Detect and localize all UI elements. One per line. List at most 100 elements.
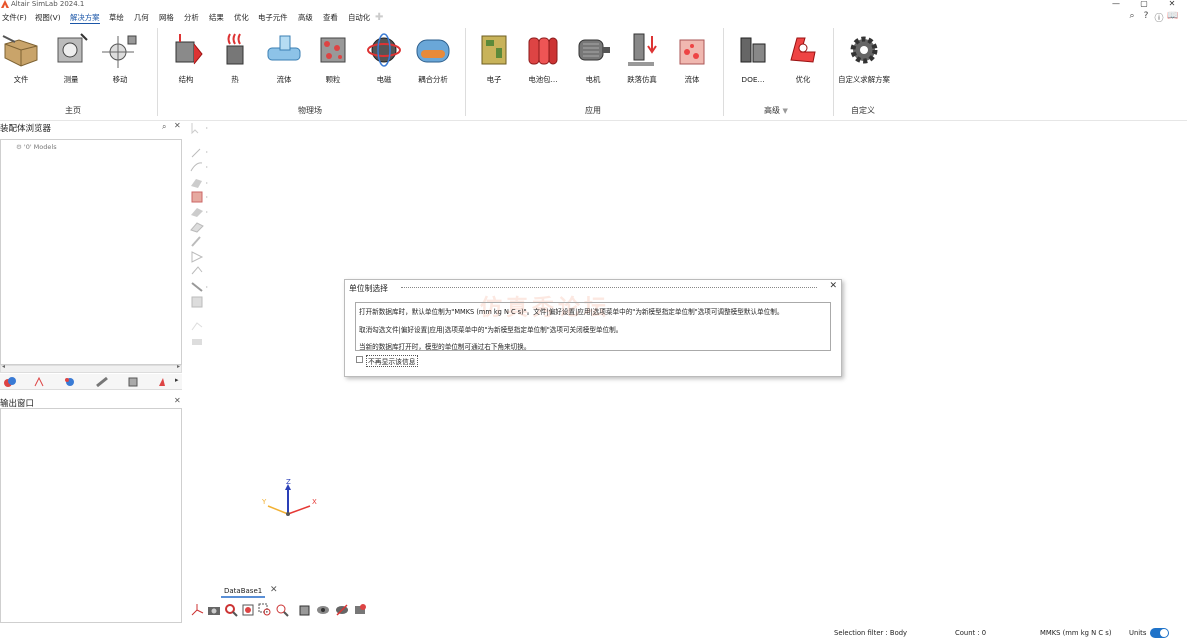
ribbon-battery-button[interactable]: 电池包...	[519, 30, 567, 84]
close-icon[interactable]: ✕	[174, 396, 181, 405]
optimization-icon	[790, 37, 816, 63]
menu-analysis[interactable]: 分析	[184, 13, 199, 23]
ribbon-electronics-button[interactable]: 电子	[470, 30, 518, 84]
ribbon-drop-test-button[interactable]: 跌落仿真	[618, 30, 666, 84]
move-icon	[102, 35, 137, 68]
edge-tool-icon[interactable]	[188, 145, 210, 159]
dialog-drag-handle[interactable]	[401, 287, 817, 288]
menu-advanced[interactable]: 高级	[298, 13, 313, 23]
zoom-in-icon[interactable]	[224, 603, 238, 617]
ribbon-particles-button[interactable]: 颗粒	[309, 30, 357, 84]
ribbon-fluid-button[interactable]: 流体	[260, 30, 308, 84]
ribbon-app-fluid-button[interactable]: 流体	[668, 30, 716, 84]
info-icon[interactable]: ⓘ	[1153, 11, 1165, 24]
dont-show-again-label[interactable]: 不再显示该信息	[366, 355, 418, 367]
ribbon-measure-button[interactable]: 测量	[47, 30, 95, 84]
render-mode-icon[interactable]	[353, 603, 367, 617]
search-icon[interactable]: ⌕	[162, 122, 166, 132]
tree-item-models[interactable]: ⚙ '0' Models	[16, 143, 57, 151]
menu-sketch[interactable]: 草绘	[109, 13, 124, 23]
ribbon-coupled-button[interactable]: 耦合分析	[409, 30, 457, 84]
body-tool-icon[interactable]	[188, 190, 210, 204]
window-title: Altair SimLab 2024.1	[11, 0, 85, 8]
material-tab-icon[interactable]	[156, 376, 170, 388]
menu-optimize[interactable]: 优化	[234, 13, 249, 23]
assembly-tab-icon[interactable]	[3, 376, 17, 388]
menu-automation[interactable]: 自动化	[348, 13, 370, 23]
add-menu-icon[interactable]: ✚	[375, 12, 383, 23]
group-label-advanced[interactable]: 高级 ▼	[764, 105, 788, 116]
tab-database1[interactable]: DataBase1	[221, 586, 266, 598]
units-toggle[interactable]	[1150, 628, 1169, 638]
menu-electronics[interactable]: 电子元件	[258, 13, 288, 23]
geometry-tab-icon[interactable]	[126, 376, 140, 388]
menu-file[interactable]: 文件(F)	[2, 13, 27, 23]
search-icon[interactable]: ⌕	[1126, 11, 1138, 21]
close-icon[interactable]: ✕	[270, 585, 278, 595]
face-tool-icon[interactable]	[188, 176, 210, 190]
curve-tool-icon[interactable]	[188, 160, 210, 174]
tabs-more-icon[interactable]: ▸	[175, 376, 179, 384]
results-tab-icon[interactable]	[63, 376, 77, 388]
title-bar: Altair SimLab 2024.1 — ▢ ✕	[0, 0, 1187, 10]
menu-mesh[interactable]: 网格	[159, 13, 174, 23]
assembly-browser: ⚙ '0' Models	[0, 139, 182, 365]
menu-view2[interactable]: 查看	[323, 13, 338, 23]
close-icon[interactable]: ✕	[174, 121, 181, 130]
ribbon-thermal-button[interactable]: 热	[211, 30, 259, 84]
close-icon[interactable]: ✕	[829, 281, 837, 291]
close-icon[interactable]: ✕	[1164, 0, 1180, 8]
dialog-line: 取消勾选文件|偏好设置|应用|选项菜单中的"为新模型指定单位制"选项可关闭模型单…	[359, 326, 623, 334]
scroll-left-icon[interactable]: ◂	[2, 363, 5, 370]
unit-system-status[interactable]: MMKS (mm kg N C s)	[1040, 629, 1111, 637]
book-icon[interactable]: 📖	[1167, 11, 1179, 21]
mesh-tab-icon[interactable]	[95, 376, 109, 388]
line-tool-icon[interactable]	[188, 234, 210, 248]
ribbon-custom-solution-button[interactable]: 自定义求解方案	[838, 30, 890, 84]
rotate-tool-icon[interactable]	[188, 320, 210, 334]
fluid-app-icon	[679, 39, 705, 65]
menu-solutions[interactable]: 解决方案	[70, 13, 100, 24]
dont-show-again-checkbox[interactable]	[356, 356, 363, 363]
menu-view[interactable]: 视图(V)	[35, 13, 61, 23]
ribbon-optimization-button[interactable]: 优化	[779, 30, 827, 84]
part-tool-icon[interactable]	[188, 205, 210, 219]
units-label: Units	[1129, 629, 1147, 637]
loads-tab-icon[interactable]	[33, 376, 47, 388]
assembly-browser-title: 装配体浏览器	[0, 124, 52, 134]
ribbon-structural-button[interactable]: 结构	[162, 30, 210, 84]
select-arrow-icon[interactable]	[188, 121, 210, 135]
ribbon-file-button[interactable]: 文件	[0, 30, 45, 84]
electromagnetic-icon	[367, 33, 401, 67]
car-tool-icon[interactable]	[188, 334, 210, 348]
triangle-tool-icon[interactable]	[188, 250, 210, 264]
zoom-window-icon[interactable]	[258, 603, 272, 617]
hide-show-icon[interactable]	[335, 603, 349, 617]
cube-tool-icon[interactable]	[188, 295, 210, 309]
fit-view-icon[interactable]	[241, 603, 255, 617]
axis-view-icon[interactable]	[190, 603, 204, 617]
menu-results[interactable]: 结果	[209, 13, 224, 23]
horizontal-scrollbar[interactable]: ◂ ▸	[0, 363, 182, 373]
region-tool-icon[interactable]	[188, 220, 210, 234]
unit-system-dialog: 单位制选择 ✕ 仿真秀论坛 打开新数据库时，默认单位制为"MMKS (mm kg…	[344, 279, 842, 377]
minimize-icon[interactable]: —	[1108, 0, 1124, 8]
zoom-area-icon[interactable]	[275, 603, 289, 617]
group-label-applications: 应用	[585, 106, 601, 115]
structural-icon	[175, 34, 203, 65]
ribbon-motor-button[interactable]: 电机	[569, 30, 617, 84]
maximize-icon[interactable]: ▢	[1136, 0, 1152, 8]
view-cube-icon[interactable]	[298, 603, 312, 617]
ribbon-electromagnetic-button[interactable]: 电磁	[360, 30, 408, 84]
node-tool-icon[interactable]	[188, 264, 210, 278]
ribbon-move-button[interactable]: 移动	[96, 30, 144, 84]
ribbon-doe-button[interactable]: DOE...	[729, 30, 777, 84]
visibility-icon[interactable]	[316, 603, 330, 617]
axis-x-label: X	[312, 498, 317, 506]
menu-geometry[interactable]: 几何	[134, 13, 149, 23]
electronics-icon	[481, 35, 507, 65]
camera-icon[interactable]	[207, 603, 221, 617]
pin-tool-icon[interactable]	[188, 280, 210, 294]
scroll-right-icon[interactable]: ▸	[177, 363, 180, 370]
help-icon[interactable]: ?	[1140, 11, 1152, 21]
